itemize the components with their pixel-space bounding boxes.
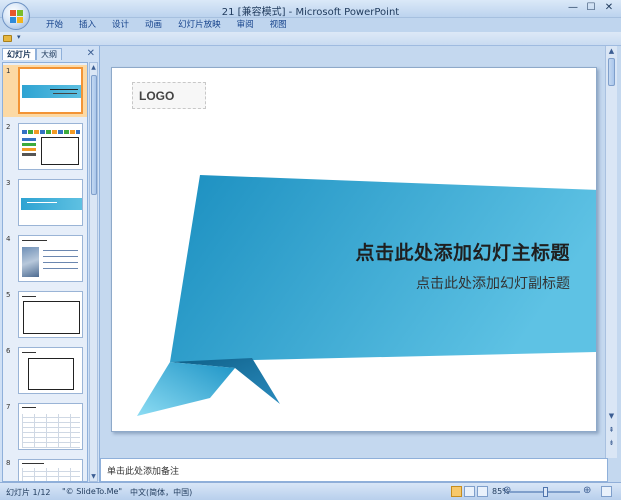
status-bar: 幻灯片 1/12 "© SlideTo.Me" 中文(简体，中国) 85% ⊖ … — [0, 482, 621, 500]
scrollbar-thumb[interactable] — [91, 75, 97, 195]
customize-toolbar-icon[interactable]: ▾ — [17, 33, 21, 41]
slide-preview — [18, 459, 83, 481]
normal-view-button[interactable] — [451, 486, 462, 497]
notes-placeholder[interactable]: 单击此处添加备注 — [107, 464, 179, 477]
slides-pane: 幻灯片 大纲 ✕ 1 2 3 4 5 6 7 8 ▲ ▼ — [0, 46, 100, 482]
slide-counter: 幻灯片 1/12 — [6, 488, 51, 497]
scroll-up-icon[interactable]: ▲ — [90, 64, 97, 71]
office-logo-icon — [10, 10, 23, 23]
slide-number: 8 — [6, 459, 11, 467]
slide-preview — [18, 67, 83, 114]
slide-title-placeholder[interactable]: 点击此处添加幻灯主标题 — [355, 238, 570, 265]
ribbon-tabs-bar: 开始 插入 设计 动画 幻灯片放映 审阅 视图 — [0, 18, 621, 32]
open-folder-icon[interactable] — [3, 35, 12, 42]
slide-number: 6 — [6, 347, 11, 355]
zoom-in-icon[interactable]: ⊕ — [583, 485, 591, 496]
slide-preview — [18, 291, 83, 338]
tab-view[interactable]: 视图 — [262, 19, 295, 31]
quick-access-toolbar: ▾ — [0, 32, 621, 46]
maximize-button[interactable]: ☐ — [583, 1, 599, 15]
editor-scrollbar[interactable]: ▲ ▼ ⇞ ⇟ — [605, 46, 617, 458]
slide-preview — [18, 235, 83, 282]
slide-thumbnail-4[interactable]: 4 — [3, 233, 87, 285]
slide-preview — [18, 179, 83, 226]
slide-number: 5 — [6, 291, 11, 299]
logo-placeholder[interactable]: LOGO — [132, 82, 206, 109]
slide-thumbnail-5[interactable]: 5 — [3, 289, 87, 341]
slide-number: 1 — [6, 67, 11, 75]
zoom-slider-knob[interactable] — [543, 487, 548, 497]
minimize-button[interactable]: — — [565, 1, 581, 15]
slide-subtitle-placeholder[interactable]: 点击此处添加幻灯副标题 — [416, 273, 570, 293]
tab-animations[interactable]: 动画 — [137, 19, 170, 31]
close-button[interactable]: ✕ — [601, 1, 617, 15]
slide-number: 3 — [6, 179, 11, 187]
slide-number: 4 — [6, 235, 11, 243]
scroll-down-icon[interactable]: ▼ — [90, 473, 97, 480]
title-bar: 21 [兼容模式] - Microsoft PowerPoint — ☐ ✕ — [0, 0, 621, 18]
slide-thumbnails: 1 2 3 4 5 6 7 8 — [2, 62, 88, 482]
window-title: 21 [兼容模式] - Microsoft PowerPoint — [221, 7, 400, 18]
tab-insert[interactable]: 插入 — [71, 19, 104, 31]
tab-review[interactable]: 审阅 — [229, 19, 262, 31]
office-button[interactable] — [2, 2, 30, 30]
slide-canvas[interactable]: LOGO 点击此处添加幻灯主标题 点击此处添加幻灯副标题 — [111, 67, 597, 432]
slide-editor: LOGO 点击此处添加幻灯主标题 点击此处添加幻灯副标题 ▲ ▼ ⇞ ⇟ — [100, 46, 621, 458]
slide-show-view-button[interactable] — [477, 486, 488, 497]
slides-pane-scrollbar[interactable]: ▲ ▼ — [89, 62, 98, 482]
window-controls: — ☐ ✕ — [565, 1, 617, 16]
tab-slides[interactable]: 幻灯片 — [2, 48, 36, 60]
slide-thumbnail-7[interactable]: 7 — [3, 401, 87, 453]
scroll-down-icon[interactable]: ▼ — [606, 412, 617, 420]
slide-preview — [18, 123, 83, 170]
tab-outline[interactable]: 大纲 — [36, 48, 62, 60]
tab-slide-show[interactable]: 幻灯片放映 — [170, 19, 229, 31]
logo-text: LOGO — [139, 89, 175, 103]
slide-preview — [18, 403, 83, 450]
language-indicator[interactable]: 中文(简体，中国) — [130, 487, 192, 498]
tab-design[interactable]: 设计 — [104, 19, 137, 31]
tab-home[interactable]: 开始 — [38, 19, 71, 31]
slide-preview — [18, 347, 83, 394]
close-pane-icon[interactable]: ✕ — [87, 48, 95, 59]
slide-thumbnail-8[interactable]: 8 — [3, 457, 87, 481]
theme-name[interactable]: "© SlideTo.Me" — [62, 487, 122, 496]
slide-thumbnail-2[interactable]: 2 — [3, 121, 87, 173]
slide-thumbnail-1[interactable]: 1 — [3, 65, 87, 117]
scrollbar-thumb[interactable] — [608, 58, 615, 86]
slide-sorter-view-button[interactable] — [464, 486, 475, 497]
slide-number: 2 — [6, 123, 11, 131]
fit-to-window-button[interactable] — [601, 486, 612, 497]
slide-number: 7 — [6, 403, 11, 411]
slide-thumbnail-6[interactable]: 6 — [3, 345, 87, 397]
notes-pane[interactable]: 单击此处添加备注 — [100, 458, 608, 482]
previous-slide-icon[interactable]: ⇞ — [606, 426, 617, 434]
slide-thumbnail-3[interactable]: 3 — [3, 177, 87, 229]
scroll-up-icon[interactable]: ▲ — [606, 47, 617, 55]
next-slide-icon[interactable]: ⇟ — [606, 439, 617, 447]
